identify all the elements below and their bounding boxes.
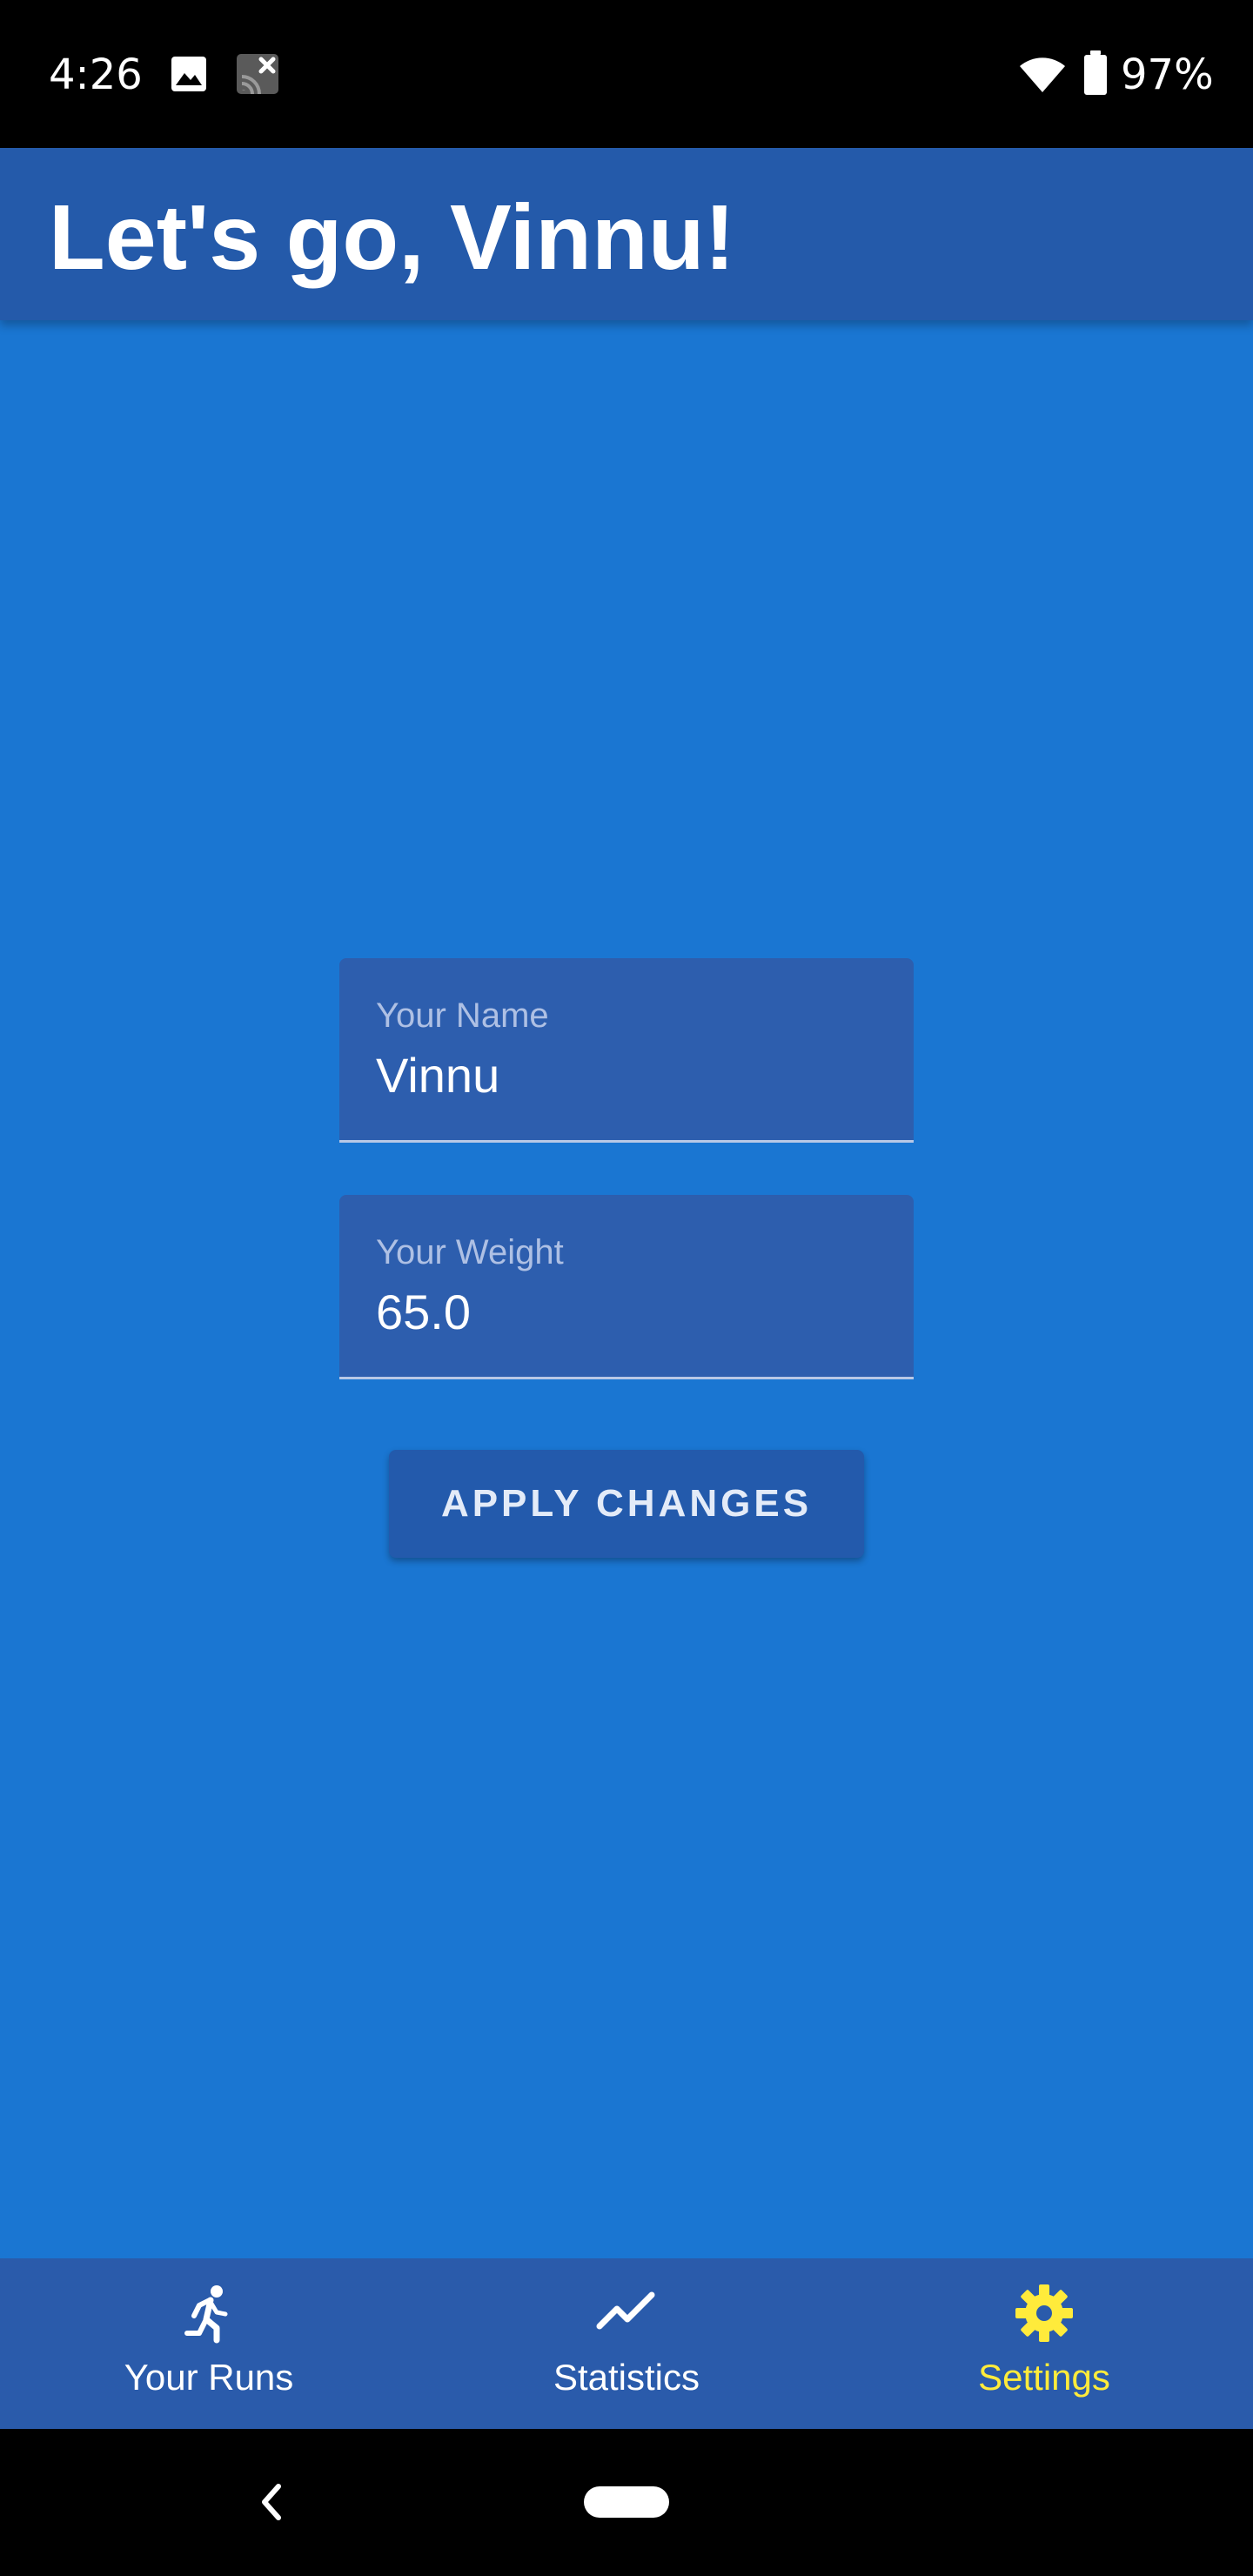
nav-label-your-runs: Your Runs [124, 2357, 294, 2398]
apply-changes-button[interactable]: APPLY CHANGES [389, 1450, 864, 1558]
nav-item-statistics[interactable]: Statistics [418, 2258, 835, 2429]
app-bar: Let's go, Vinnu! [0, 148, 1253, 320]
weight-field[interactable]: Your Weight 65.0 [339, 1195, 914, 1379]
name-input-value[interactable]: Vinnu [376, 1047, 499, 1104]
gear-icon [1015, 2284, 1073, 2342]
back-chevron-icon[interactable] [254, 2479, 289, 2525]
page-title: Let's go, Vinnu! [49, 186, 735, 289]
bottom-navigation: Your Runs Statistics Settings [0, 2258, 1253, 2429]
image-icon [171, 57, 206, 91]
nav-label-settings: Settings [978, 2357, 1110, 2398]
running-icon [184, 2285, 228, 2344]
weight-field-label: Your Weight [376, 1233, 564, 1271]
cast-off-icon [237, 54, 278, 95]
battery-icon [1084, 50, 1107, 95]
status-time: 4:26 [49, 50, 143, 99]
system-navigation-bar [0, 2429, 1253, 2576]
wifi-icon [1020, 57, 1065, 92]
name-field[interactable]: Your Name Vinnu [339, 958, 914, 1143]
nav-label-statistics: Statistics [553, 2357, 700, 2398]
weight-input-value[interactable]: 65.0 [376, 1284, 471, 1341]
nav-item-your-runs[interactable]: Your Runs [0, 2258, 418, 2429]
name-field-label: Your Name [376, 996, 549, 1035]
battery-percentage: 97% [1121, 50, 1214, 99]
status-bar: 4:26 97% [0, 0, 1253, 148]
trending-line-icon [596, 2291, 655, 2330]
nav-item-settings[interactable]: Settings [835, 2258, 1253, 2429]
home-pill-button[interactable] [584, 2486, 669, 2518]
settings-screen: 4:26 97% Let's go, Vinnu! Your Name Vinn… [0, 0, 1253, 2576]
